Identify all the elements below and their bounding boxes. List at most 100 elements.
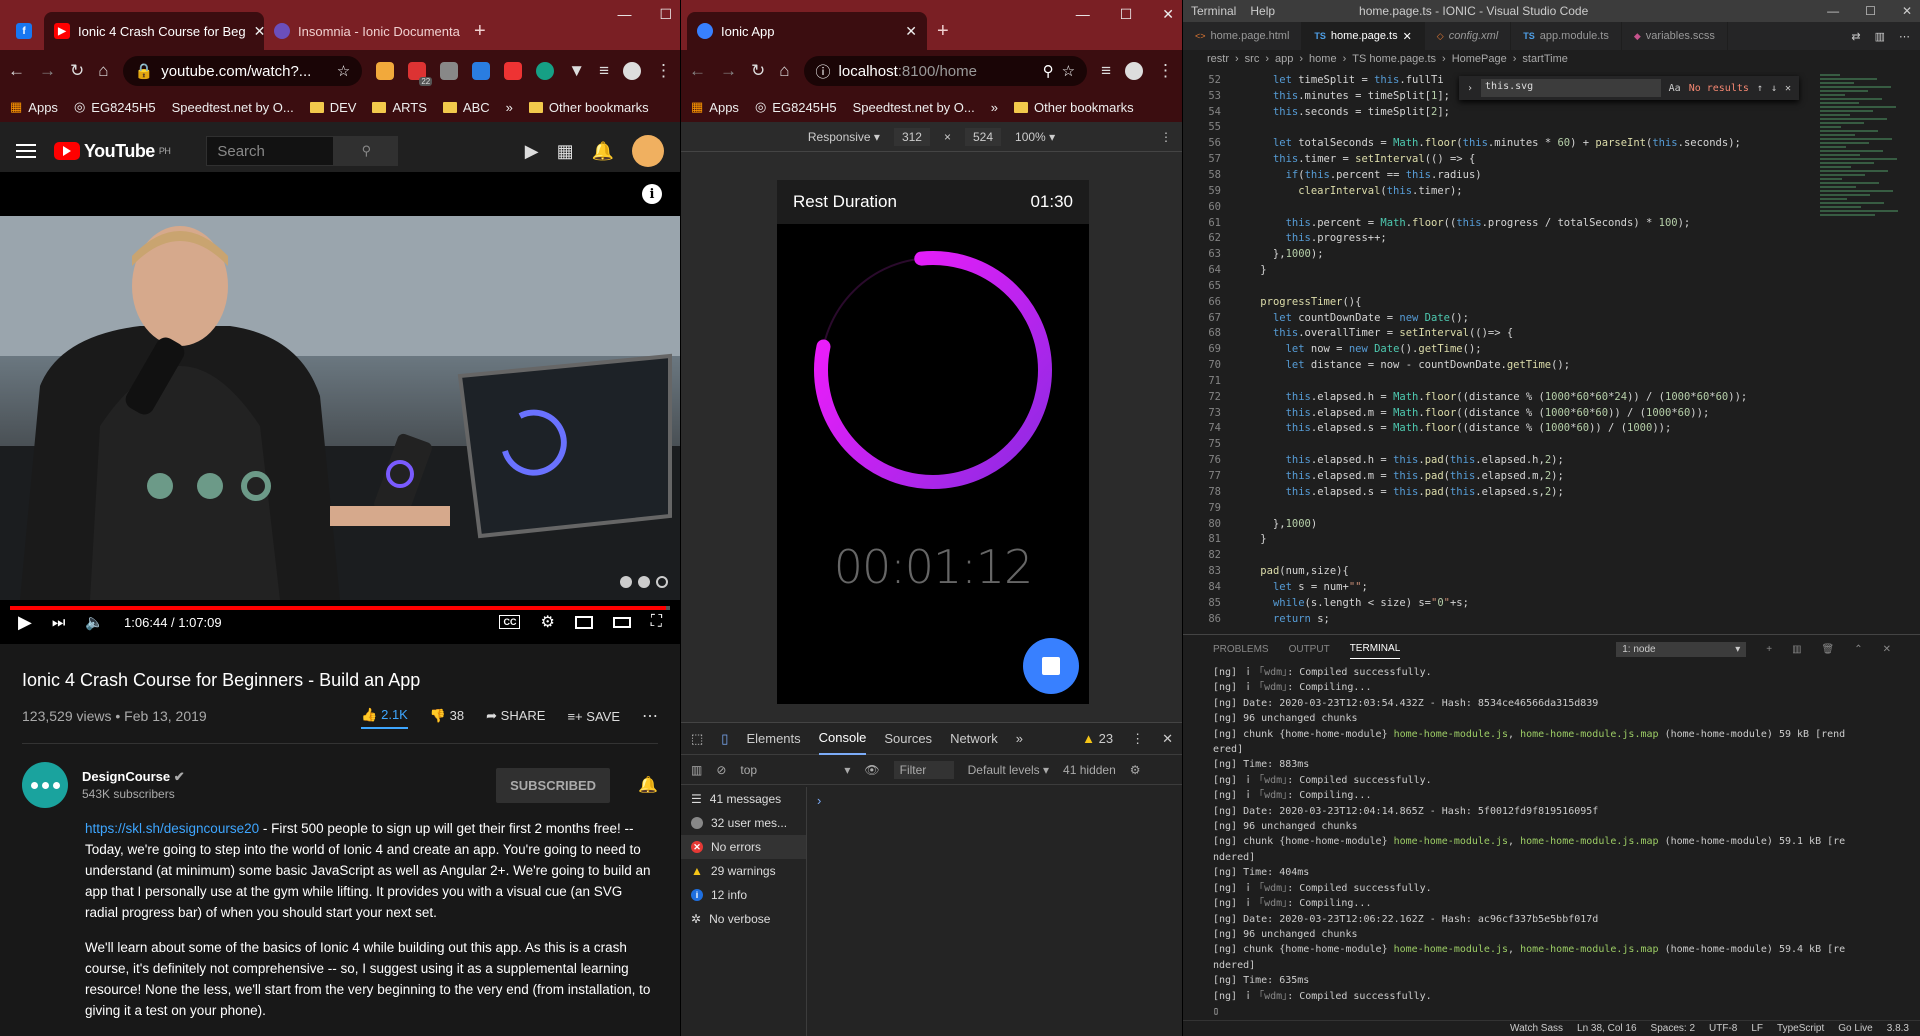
tab-app-module-ts[interactable]: TS app.module.ts [1511,22,1622,50]
star-icon[interactable]: ☆ [337,62,350,80]
home-icon[interactable]: ⌂ [98,61,108,81]
dislike-button[interactable]: 👎 38 [430,708,464,724]
video-player[interactable]: i ▶ ⏭ 🔈 1:06:44 / 1:07:09 CC ⚙ ⛶ [0,172,680,644]
status-item[interactable]: Watch Sass [1510,1023,1563,1034]
context-select[interactable]: top ▾ [740,763,850,777]
play-icon[interactable]: ▶ [18,612,32,633]
extension-icon[interactable] [536,62,555,80]
back-icon[interactable]: ← [689,61,706,81]
vue-devtools-icon[interactable]: ▼ [568,61,585,81]
code-editor[interactable]: 52 let timeSplit = this.fullTi 53 this.mi… [1183,72,1920,632]
other-bookmarks[interactable]: Other bookmarks [1013,100,1134,115]
trash-icon[interactable]: 🗑 [1822,644,1835,655]
like-button[interactable]: 👍 2.1K [361,703,408,729]
breadcrumb-item[interactable]: restr [1207,53,1229,65]
tab-problems[interactable]: PROBLEMS [1213,644,1269,655]
description-link[interactable]: https://skl.sh/designcourse20 [85,821,259,836]
breadcrumb-item[interactable]: home [1309,53,1337,65]
back-icon[interactable]: ← [8,61,25,81]
search-input[interactable]: Search [206,136,335,166]
stop-button[interactable] [1023,638,1079,694]
devtools-menu-icon[interactable]: ⋮ [1131,731,1144,747]
channel-avatar[interactable] [22,762,68,808]
reload-icon[interactable]: ↻ [751,61,765,81]
extension-icon[interactable] [504,62,523,80]
tab-ionic-app[interactable]: Ionic App ✕ [687,12,927,50]
menu-terminal[interactable]: Terminal [1191,4,1236,18]
forward-icon[interactable]: → [720,61,737,81]
close-devtools-icon[interactable]: ✕ [1162,731,1173,747]
other-bookmarks[interactable]: Other bookmarks [528,100,649,115]
device-select[interactable]: Responsive ▾ [808,130,880,144]
tab-console[interactable]: Console [818,722,867,755]
zoom-icon[interactable]: ⚲ [1043,62,1054,80]
menu-list-icon[interactable]: ≡ [599,61,609,81]
tab-home-page-html[interactable]: <> home.page.html [1183,22,1303,50]
device-more-icon[interactable]: ⋮ [1160,130,1172,144]
breadcrumb-item[interactable]: TS home.page.ts [1352,53,1436,65]
minimap[interactable] [1820,72,1906,232]
sidebar-item-warnings[interactable]: ▲ 29 warnings [681,859,806,883]
tab-elements[interactable]: Elements [746,731,800,746]
previous-match-icon[interactable]: ↑ [1757,83,1763,94]
status-item[interactable]: Ln 38, Col 16 [1577,1023,1637,1034]
device-toggle-icon[interactable]: ▯ [721,731,728,747]
bookmarks-overflow[interactable]: » [506,100,513,115]
reload-icon[interactable]: ↻ [70,61,84,81]
address-bar[interactable]: ⓘ localhost:8100/home ⚲ ☆ [803,56,1088,86]
notification-bell-icon[interactable]: 🔔 [638,775,658,795]
tab-terminal[interactable]: TERMINAL [1349,639,1401,659]
compare-icon[interactable]: ⇄ [1851,30,1860,43]
bookmark-item[interactable]: ◎ EG8245H5 [74,99,156,115]
close-tab-icon[interactable]: ✕ [905,23,917,40]
sidebar-item-messages[interactable]: ☰ 41 messages [681,787,806,811]
clear-console-icon[interactable]: ⊘ [716,763,726,777]
bookmark-apps[interactable]: ▦ Apps [10,99,58,115]
new-tab-button[interactable]: + [464,12,496,50]
youtube-logo[interactable]: YouTube PH [54,141,171,162]
status-item[interactable]: LF [1751,1023,1763,1034]
tab-variables-scss[interactable]: ◆ variables.scss [1622,22,1728,50]
status-item[interactable]: UTF-8 [1709,1023,1737,1034]
info-icon[interactable]: i [642,184,662,204]
terminal-output[interactable]: [ng] ｉ ｢wdm｣: Compiled successfully. [ng]… [1183,663,1920,1021]
next-match-icon[interactable]: ↓ [1771,83,1777,94]
inspect-icon[interactable]: ⬚ [691,731,703,747]
bookmark-folder[interactable]: DEV [309,100,356,115]
extension-icon[interactable] [440,62,459,80]
avatar[interactable] [632,135,664,167]
extension-badge-icon[interactable]: 22 [408,62,433,86]
close-panel-icon[interactable]: ✕ [1883,644,1891,655]
console-prompt-icon[interactable]: › [817,793,821,808]
extension-icon[interactable] [472,62,491,80]
maximize-icon[interactable]: ☐ [1865,4,1876,18]
close-tab-icon[interactable]: ✕ [254,23,264,40]
kebab-menu-icon[interactable]: ⋮ [655,61,672,81]
split-terminal-icon[interactable]: ▥ [1792,644,1801,655]
close-find-icon[interactable]: ✕ [1785,83,1791,94]
maximize-icon[interactable]: ☐ [659,6,672,23]
bookmark-folder[interactable]: ARTS [372,100,427,115]
profile-avatar[interactable] [1125,62,1143,80]
address-bar[interactable]: 🔒 youtube.com/watch?... ☆ [122,56,363,86]
star-icon[interactable]: ☆ [1062,62,1075,80]
tab-network[interactable]: Network [950,731,998,746]
captions-icon[interactable]: CC [499,615,521,629]
miniplayer-icon[interactable] [574,615,593,629]
more-options-icon[interactable]: ⋯ [642,706,658,726]
tab-home-page-ts[interactable]: TS home.page.ts ✕ [1302,22,1425,50]
sidebar-item-errors[interactable]: ✕ No errors [681,835,806,859]
forward-icon[interactable]: → [39,61,56,81]
eye-icon[interactable]: 👁 [864,763,879,777]
sidebar-item-user-messages[interactable]: 32 user mes... [681,811,806,835]
sidebar-item-verbose[interactable]: ✲ No verbose [681,907,806,931]
tab-sources[interactable]: Sources [884,731,932,746]
console-settings-icon[interactable]: ⚙ [1130,763,1141,777]
channel-name[interactable]: DesignCourse ✔ [82,769,185,785]
tab-youtube[interactable]: ▶ Ionic 4 Crash Course for Beg ✕ [44,12,264,50]
subscribe-button[interactable]: SUBSCRIBED [496,767,611,803]
bookmark-item[interactable]: Speedtest.net by O... [853,100,975,115]
close-tab-icon[interactable]: ✕ [1403,30,1412,43]
minimize-icon[interactable]: — [617,6,631,23]
terminal-select[interactable]: 1: node ▾ [1616,641,1747,657]
